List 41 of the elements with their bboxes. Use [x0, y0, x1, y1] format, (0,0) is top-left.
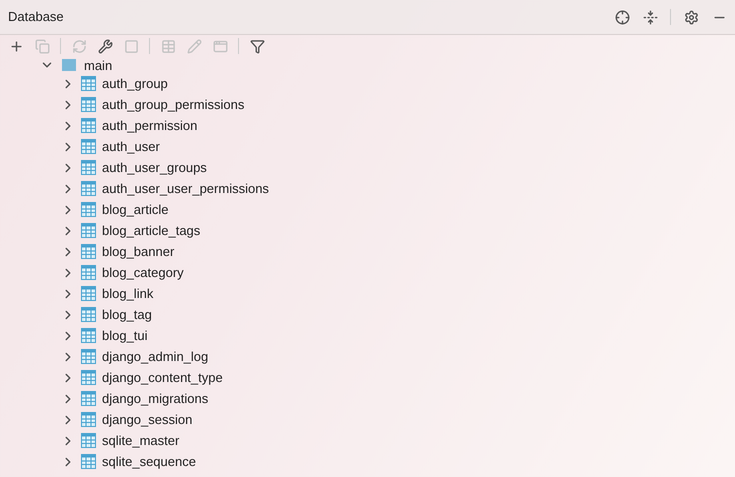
tree-item-label: django_content_type	[102, 368, 223, 387]
tree-item-label: blog_banner	[102, 242, 174, 261]
tree-item-label: auth_user_user_permissions	[102, 180, 269, 198]
tree-item[interactable]: django_session	[0, 409, 735, 430]
tree-item[interactable]: blog_article	[0, 199, 735, 220]
tree-item[interactable]: blog_tag	[0, 304, 735, 325]
tree-item-label: auth_group	[102, 74, 168, 93]
tree-item[interactable]: django_migrations	[0, 388, 735, 409]
tree-item[interactable]: blog_banner	[0, 241, 735, 262]
tree-item[interactable]: blog_category	[0, 262, 735, 283]
tree-item-label: blog_tag	[102, 306, 152, 324]
tree-item-label: sqlite_master	[102, 432, 180, 450]
tree-item[interactable]: django_content_type	[0, 367, 735, 388]
tree-item[interactable]: auth_group_permissions	[0, 94, 735, 115]
tree-item-label: blog_link	[102, 284, 154, 303]
tree-item-label: main	[84, 58, 112, 72]
tree-item[interactable]: auth_user_user_permissions	[0, 178, 735, 199]
tree-item[interactable]: auth_user_groups	[0, 157, 735, 178]
tree-item-label: sqlite_sequence	[102, 452, 196, 471]
tree-item-label: blog_tui	[102, 326, 148, 345]
tree-item-label: django_migrations	[102, 390, 208, 408]
tree-item-label: blog_category	[102, 264, 184, 282]
tree-item-label: django_admin_log	[102, 348, 208, 366]
tree-item-label: blog_article	[102, 200, 168, 219]
tree-item[interactable]: auth_group	[0, 73, 735, 94]
tree-item-label: django_session	[102, 410, 192, 429]
tree-item[interactable]: blog_tui	[0, 325, 735, 346]
tree-item[interactable]: django_admin_log	[0, 346, 735, 367]
tree-item[interactable]: sqlite_sequence	[0, 451, 735, 472]
tree-item-label: auth_user_groups	[102, 158, 207, 177]
tree-item-label: auth_user	[102, 138, 160, 156]
tree-item-label: auth_group_permissions	[102, 96, 244, 114]
panel-title: Database	[8, 8, 64, 26]
tree-item[interactable]: sqlite_master	[0, 430, 735, 451]
tree-item[interactable]: auth_user	[0, 136, 735, 157]
tree-item[interactable]: blog_article_tags	[0, 220, 735, 241]
tree-item-label: auth_permission	[102, 116, 198, 135]
tree-item[interactable]: main	[0, 57, 735, 73]
tree-item[interactable]: auth_permission	[0, 115, 735, 136]
tree-item[interactable]: blog_link	[0, 283, 735, 304]
tree-item-label: blog_article_tags	[102, 222, 200, 240]
